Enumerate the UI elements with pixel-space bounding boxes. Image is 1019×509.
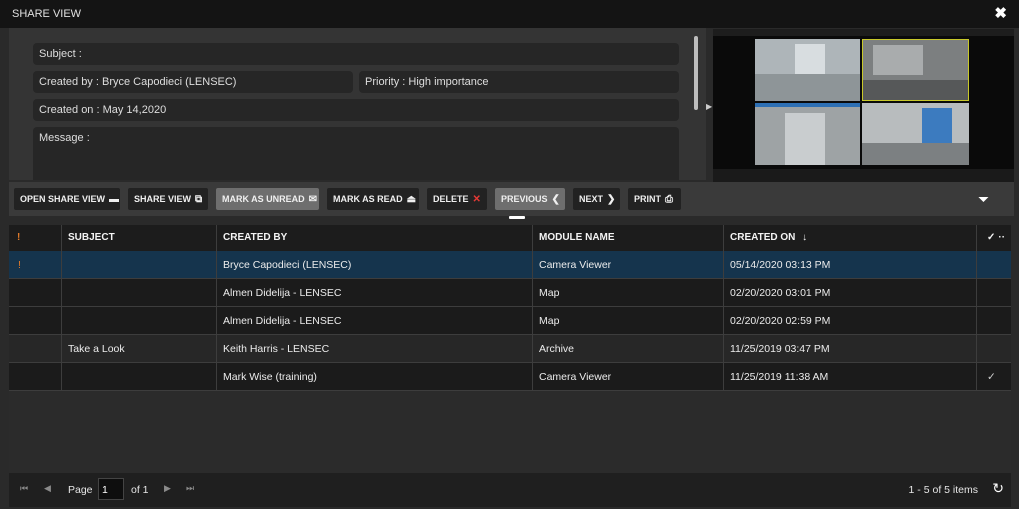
print-button[interactable]: PRINT ⎙	[628, 188, 681, 210]
copy-icon: ⧉	[195, 194, 203, 205]
items-count: 1 - 5 of 5 items	[908, 484, 978, 496]
first-page-icon[interactable]: ⏮	[20, 483, 28, 494]
mark-as-read-button[interactable]: MARK AS READ ⏏	[327, 188, 419, 210]
sort-descending-icon: ↓	[802, 232, 808, 243]
page-count-label: of 1	[131, 484, 149, 496]
page-number-input[interactable]: 1	[98, 478, 124, 500]
priority-column-header[interactable]: !	[9, 225, 62, 251]
delete-x-icon: ✕	[472, 194, 481, 205]
subject-field: Subject :	[33, 43, 679, 65]
camera-tile	[862, 103, 969, 165]
table-row[interactable]: ! Bryce Capodieci (LENSEC) Camera Viewer…	[9, 251, 1011, 279]
detail-scrollbar[interactable]	[694, 36, 698, 110]
expand-arrow-icon[interactable]: ▶	[706, 102, 712, 111]
next-page-icon[interactable]: ▶	[164, 483, 171, 494]
message-detail-panel: Subject : Created by : Bryce Capodieci (…	[9, 28, 706, 180]
close-icon[interactable]: ✖	[994, 4, 1007, 22]
table-row[interactable]: Almen Didelija - LENSEC Map 02/20/2020 0…	[9, 279, 1011, 307]
preview-controls-bar	[713, 169, 1014, 182]
camera-tile	[755, 103, 860, 165]
preview-header-bar	[713, 29, 1014, 36]
module-name-column-header[interactable]: MODULE NAME	[533, 225, 724, 251]
camera-tile	[755, 39, 860, 101]
previous-button[interactable]: PREVIOUS ❮	[495, 188, 565, 210]
open-share-view-button[interactable]: OPEN SHARE VIEW ▬	[14, 188, 120, 210]
grid-header: ! SUBJECT CREATED BY MODULE NAME CREATED…	[9, 225, 1011, 251]
refresh-icon[interactable]: ↻	[992, 480, 1004, 497]
created-on-field: Created on : May 14,2020	[33, 99, 679, 121]
share-view-grid: ! SUBJECT CREATED BY MODULE NAME CREATED…	[9, 225, 1011, 473]
table-row[interactable]: Take a Look Keith Harris - LENSEC Archiv…	[9, 335, 1011, 363]
created-on-column-header[interactable]: CREATED ON ↓	[724, 225, 977, 251]
created-by-field: Created by : Bryce Capodieci (LENSEC)	[33, 71, 353, 93]
title-bar: SHARE VIEW ✖	[0, 0, 1019, 28]
column-menu-icon[interactable]: ··	[998, 232, 1005, 243]
envelope-open-icon: ⏏	[406, 194, 417, 205]
chevron-left-icon: ❮	[551, 194, 560, 205]
chevron-right-icon: ❯	[607, 194, 616, 205]
envelope-closed-icon: ✉	[308, 194, 318, 205]
printer-icon: ⎙	[665, 194, 673, 205]
created-by-column-header[interactable]: CREATED BY	[217, 225, 533, 251]
camera-tile	[862, 39, 969, 101]
subject-column-header[interactable]: SUBJECT	[62, 225, 217, 251]
filter-icon[interactable]: ⏷	[978, 191, 989, 208]
read-check-icon: ✓	[977, 363, 1011, 391]
page-label: Page	[68, 484, 93, 496]
grid-pager: ⏮ ◀ Page 1 of 1 ▶ ⏭ 1 - 5 of 5 items ↻	[9, 473, 1011, 507]
folder-icon: ▬	[109, 194, 120, 205]
check-column-header[interactable]: ✓ ··	[977, 225, 1011, 251]
delete-button[interactable]: DELETE ✕	[427, 188, 487, 210]
priority-field: Priority : High importance	[359, 71, 679, 93]
table-row[interactable]: Mark Wise (training) Camera Viewer 11/25…	[9, 363, 1011, 391]
action-toolbar: OPEN SHARE VIEW ▬ SHARE VIEW ⧉ MARK AS UNR…	[9, 182, 1014, 216]
message-field: Message :	[33, 127, 679, 180]
camera-preview-thumbnail	[713, 29, 1014, 182]
next-button[interactable]: NEXT ❯	[573, 188, 620, 210]
window-title: SHARE VIEW	[12, 8, 82, 20]
share-view-button[interactable]: SHARE VIEW ⧉	[128, 188, 208, 210]
last-page-icon[interactable]: ⏭	[186, 483, 194, 494]
pane-splitter-handle[interactable]	[509, 216, 525, 219]
mark-as-unread-button[interactable]: MARK AS UNREAD ✉	[216, 188, 319, 210]
previous-page-icon[interactable]: ◀	[44, 483, 51, 494]
table-row[interactable]: Almen Didelija - LENSEC Map 02/20/2020 0…	[9, 307, 1011, 335]
